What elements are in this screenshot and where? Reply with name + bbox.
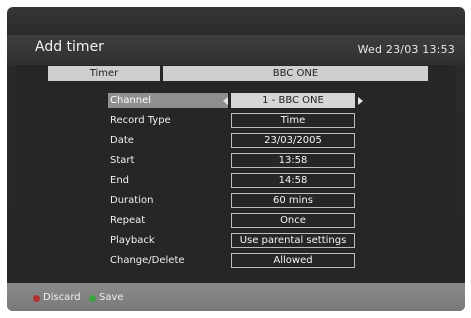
date-time: Wed 23/03 13:53 bbox=[357, 43, 455, 56]
right-arrow-icon[interactable] bbox=[358, 97, 363, 105]
date-value[interactable]: 23/03/2005 bbox=[231, 133, 355, 148]
start-label: Start bbox=[110, 155, 135, 166]
duration-label: Duration bbox=[110, 195, 154, 206]
left-arrow-icon[interactable] bbox=[223, 97, 228, 105]
save-button[interactable]: Save bbox=[99, 292, 124, 304]
change-delete-value[interactable]: Allowed bbox=[231, 253, 355, 268]
start-value[interactable]: 13:58 bbox=[231, 153, 355, 168]
change-delete-label: Change/Delete bbox=[110, 255, 185, 266]
record-type-label: Record Type bbox=[110, 115, 171, 126]
tab-channel-name[interactable]: BBC ONE bbox=[163, 66, 428, 81]
page-title: Add timer bbox=[35, 39, 104, 55]
red-button-icon bbox=[33, 295, 40, 302]
playback-value[interactable]: Use parental settings bbox=[231, 233, 355, 248]
record-type-value[interactable]: Time bbox=[231, 113, 355, 128]
end-value[interactable]: 14:58 bbox=[231, 173, 355, 188]
duration-value[interactable]: 60 mins bbox=[231, 193, 355, 208]
repeat-value[interactable]: Once bbox=[231, 213, 355, 228]
green-button-icon bbox=[89, 295, 96, 302]
channel-value[interactable]: 1 - BBC ONE bbox=[231, 93, 355, 108]
playback-label: Playback bbox=[110, 235, 155, 246]
end-label: End bbox=[110, 175, 130, 186]
tab-timer[interactable]: Timer bbox=[48, 66, 160, 81]
tv-screen: Add timer Wed 23/03 13:53 Timer BBC ONE … bbox=[7, 7, 465, 311]
repeat-label: Repeat bbox=[110, 215, 146, 226]
discard-button[interactable]: Discard bbox=[43, 292, 81, 304]
date-label: Date bbox=[110, 135, 134, 146]
channel-label: Channel bbox=[108, 93, 228, 108]
